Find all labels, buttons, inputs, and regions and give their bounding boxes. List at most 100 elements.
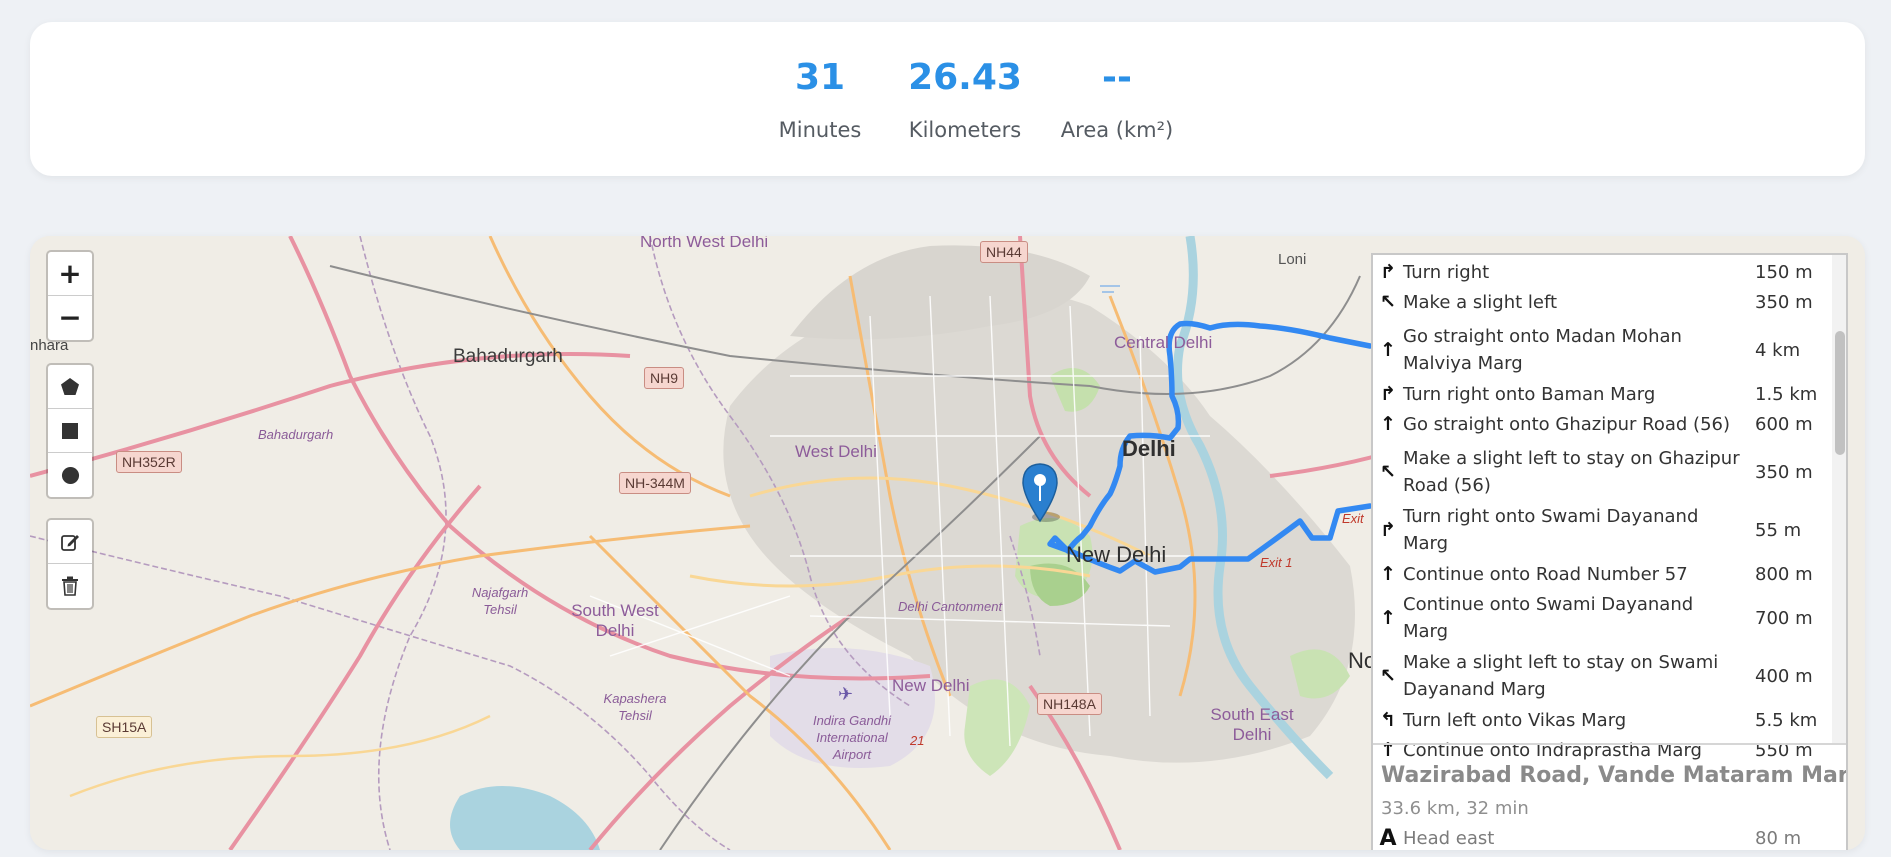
scrollbar-thumb[interactable] xyxy=(1835,331,1845,455)
instruction-text: Continue onto Swami Dayanand Marg xyxy=(1403,594,1694,642)
slight-left-icon: ↖ xyxy=(1380,665,1396,687)
draw-polygon-button[interactable] xyxy=(48,365,92,409)
map-label: New Delhi xyxy=(1066,542,1167,567)
location-marker-icon[interactable] xyxy=(1020,461,1060,523)
slight-left-icon: ↖ xyxy=(1380,461,1396,483)
zoom-out-button[interactable]: − xyxy=(48,296,92,340)
map-label: Indira Gandhi International Airport xyxy=(812,713,892,762)
start-icon: A xyxy=(1379,826,1397,850)
instruction-distance: 800 m xyxy=(1755,563,1813,585)
map-label: Exit xyxy=(1342,511,1364,526)
zoom-in-button[interactable]: + xyxy=(48,252,92,296)
instruction-distance: 700 m xyxy=(1755,607,1813,629)
map-label: Exit 1 xyxy=(1260,555,1293,570)
map-label: Bahadurgarh xyxy=(453,346,563,367)
instruction-row[interactable]: ↑ Continue onto Indraprastha Marg 550 m xyxy=(1373,735,1833,765)
straight-icon: ↑ xyxy=(1380,607,1396,629)
alternative-route-step[interactable]: A Head east 80 m xyxy=(1373,825,1833,850)
route-directions-panel[interactable]: ↱ Turn right 150 m ↖ Make a slight left 350 m… xyxy=(1371,253,1848,850)
turn-left-icon: ↰ xyxy=(1380,709,1396,731)
instruction-text: Make a slight left to stay on Swami Daya… xyxy=(1403,652,1719,700)
instruction-distance: 5.5 km xyxy=(1755,709,1818,731)
road-shield: NH148A xyxy=(1037,693,1102,715)
map-label: West Delhi xyxy=(795,442,877,461)
map-label: Kapashera Tehsil xyxy=(603,691,667,723)
turn-right-icon: ↱ xyxy=(1380,519,1396,541)
instruction-text: Continue onto Indraprastha Marg xyxy=(1403,739,1702,761)
instruction-text: Turn left onto Vikas Marg xyxy=(1403,709,1627,731)
delete-layers-button[interactable] xyxy=(48,564,92,608)
turn-right-icon: ↱ xyxy=(1380,383,1396,405)
rectangle-icon xyxy=(62,422,78,439)
draw-rectangle-button[interactable] xyxy=(48,409,92,453)
instruction-distance: 1.5 km xyxy=(1755,383,1818,405)
instruction-row[interactable]: ↱ Turn right 150 m xyxy=(1373,257,1833,287)
polygon-icon xyxy=(61,377,79,395)
draw-toolbar xyxy=(46,363,94,499)
straight-icon: ↑ xyxy=(1380,339,1396,361)
airport-icon: ✈ xyxy=(838,684,854,704)
road-shield: NH-344M xyxy=(619,472,691,494)
instruction-row[interactable]: ↑ Go straight onto Madan Mohan Malviya Ma… xyxy=(1373,321,1833,379)
instruction-text: Go straight onto Ghazipur Road (56) xyxy=(1403,413,1731,435)
instruction-text: Turn right onto Swami Dayanand Marg xyxy=(1403,506,1699,554)
map-label: New Delhi xyxy=(892,676,970,695)
instruction-distance: 600 m xyxy=(1755,413,1813,435)
instruction-row[interactable]: ↖ Make a slight left to stay on Ghazipur … xyxy=(1373,443,1833,501)
instruction-row[interactable]: ↰ Turn left onto Vikas Marg 5.5 km xyxy=(1373,705,1833,735)
map-label: Delhi xyxy=(1122,436,1176,461)
map-label: 21 xyxy=(910,733,925,748)
instruction-row[interactable]: ↱ Turn right onto Baman Marg 1.5 km xyxy=(1373,379,1833,409)
instruction-distance: 400 m xyxy=(1755,665,1813,687)
map-label: Najafgarh Tehsil xyxy=(471,585,529,617)
instruction-row[interactable]: ↑ Continue onto Road Number 57 800 m xyxy=(1373,559,1833,589)
map-label: South East Delhi xyxy=(1210,705,1294,744)
instruction-text: Make a slight left to stay on Ghazipur R… xyxy=(1403,448,1740,496)
edit-layers-button[interactable] xyxy=(48,520,92,564)
instruction-distance: 4 km xyxy=(1755,339,1801,361)
road-shield: NH44 xyxy=(980,241,1028,263)
instruction-row[interactable]: ↖ Make a slight left to stay on Swami Day… xyxy=(1373,647,1833,705)
map-label: Bahadurgarh xyxy=(258,427,334,442)
slight-left-icon: ↖ xyxy=(1380,291,1396,313)
instruction-text: Turn right xyxy=(1403,261,1490,283)
map-label: North West Delhi xyxy=(640,236,769,251)
draw-circle-button[interactable] xyxy=(48,453,92,497)
circle-icon xyxy=(61,466,79,484)
stat-value: -- xyxy=(1102,57,1132,98)
map-label: Delhi Cantonment xyxy=(898,599,1003,614)
map-label: South West Delhi xyxy=(571,601,659,640)
road-shield: NH9 xyxy=(644,367,685,389)
alternative-route-title[interactable]: Wazirabad Road, Vande Mataram Marg xyxy=(1381,763,1846,788)
zoom-control: + − xyxy=(46,250,94,342)
stat-label: Area (km²) xyxy=(1060,118,1174,142)
instruction-row[interactable]: ↑ Go straight onto Ghazipur Road (56) 600 … xyxy=(1373,409,1833,439)
route-stats-card: 31 Minutes 26.43 Kilometers -- Area (km²… xyxy=(30,22,1865,176)
trash-icon xyxy=(62,576,78,596)
instruction-distance: 350 m xyxy=(1755,461,1813,483)
instruction-distance: 55 m xyxy=(1755,519,1802,541)
instruction-distance: 350 m xyxy=(1755,291,1813,313)
map-label: Central Delhi xyxy=(1114,333,1213,352)
instruction-text: Turn right onto Baman Marg xyxy=(1403,383,1656,405)
instruction-distance: 150 m xyxy=(1755,261,1813,283)
road-shield: NH352R xyxy=(116,451,182,473)
instruction-row[interactable]: ↖ Make a slight left 350 m xyxy=(1373,287,1833,317)
scrollbar[interactable] xyxy=(1832,255,1846,745)
instruction-text: Make a slight left xyxy=(1403,291,1558,313)
edit-toolbar xyxy=(46,518,94,610)
instruction-distance: 80 m xyxy=(1755,828,1802,849)
turn-right-icon: ↱ xyxy=(1380,261,1396,283)
straight-icon: ↑ xyxy=(1380,413,1396,435)
edit-icon xyxy=(61,534,79,551)
divider xyxy=(1373,743,1846,745)
map-label: Loni xyxy=(1278,251,1307,268)
instruction-row[interactable]: ↑ Continue onto Swami Dayanand Marg 700 m xyxy=(1373,589,1833,647)
instruction-text: Head east xyxy=(1403,828,1495,849)
instruction-text: Continue onto Road Number 57 xyxy=(1403,563,1688,585)
straight-icon: ↑ xyxy=(1380,563,1396,585)
alternative-route-summary: 33.6 km, 32 min xyxy=(1381,798,1529,819)
instruction-text: Go straight onto Madan Mohan Malviya Mar… xyxy=(1403,326,1682,374)
road-shield: SH15A xyxy=(96,716,153,738)
instruction-row[interactable]: ↱ Turn right onto Swami Dayanand Marg 55 m xyxy=(1373,501,1833,559)
